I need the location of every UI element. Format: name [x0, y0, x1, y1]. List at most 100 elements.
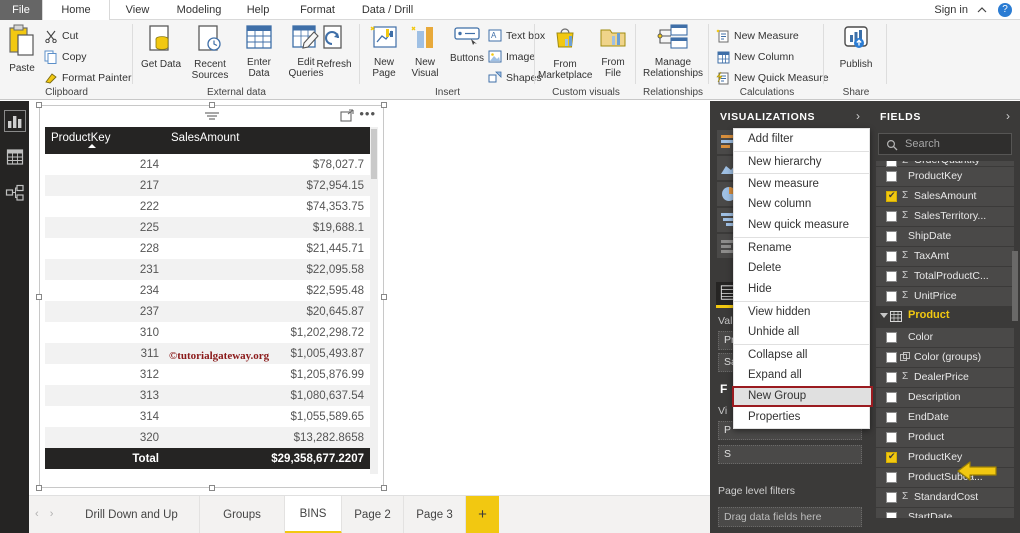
handle-mr[interactable] — [381, 293, 387, 300]
add-page-button[interactable]: + — [466, 496, 499, 533]
page-level-filters-dropzone[interactable]: Drag data fields here — [718, 507, 862, 527]
new-quick-measure-button[interactable]: New Quick Measure — [716, 70, 829, 86]
field-checkbox[interactable] — [886, 432, 897, 443]
field-item-salesterritory[interactable]: Σ SalesTerritory... — [876, 207, 1014, 226]
field-checkbox[interactable] — [886, 231, 897, 242]
refresh-button[interactable]: Refresh — [312, 24, 356, 70]
page-tab-bins[interactable]: BINS — [285, 496, 342, 533]
table-row[interactable]: 312 $1,205,876.99 — [45, 364, 370, 385]
column-header-productkey[interactable]: ProductKey — [45, 127, 165, 154]
table-visual[interactable]: ••• ProductKey SalesAmount 214 $78,027.7… — [36, 102, 387, 491]
field-checkbox[interactable] — [886, 451, 897, 463]
data-view-button[interactable] — [5, 147, 25, 167]
menu-tab-help[interactable]: Help — [233, 0, 283, 20]
model-view-button[interactable] — [5, 183, 25, 203]
from-file-button[interactable]: From File — [594, 24, 632, 79]
table-row[interactable]: 234 $22,595.48 — [45, 280, 370, 301]
handle-bc[interactable] — [208, 485, 215, 491]
table-row[interactable]: 231 $22,095.58 — [45, 259, 370, 280]
visual-filter-salesamount[interactable]: S — [718, 445, 862, 464]
table-row[interactable]: 222 $74,353.75 — [45, 196, 370, 217]
format-painter-button[interactable]: Format Painter — [44, 70, 131, 86]
field-item-taxamt[interactable]: Σ TaxAmt — [876, 247, 1014, 266]
table-row[interactable]: 320 $13,282.8658 — [45, 427, 370, 448]
table-row[interactable]: 314 $1,055,589.65 — [45, 406, 370, 427]
question-mark-icon[interactable]: ? — [998, 3, 1012, 17]
handle-ml[interactable] — [36, 293, 42, 300]
field-item-enddate[interactable]: EndDate — [876, 408, 1014, 427]
copy-button[interactable]: Copy — [44, 49, 87, 65]
table-row[interactable]: 225 $19,688.1 — [45, 217, 370, 238]
field-checkbox[interactable] — [886, 512, 897, 518]
new-measure-button[interactable]: New Measure — [716, 28, 799, 44]
field-item-description[interactable]: Description — [876, 388, 1014, 407]
context-menu-item-delete[interactable]: Delete — [734, 258, 869, 279]
context-menu-item-new-quick-measure[interactable]: New quick measure — [734, 215, 869, 236]
field-checkbox[interactable] — [886, 412, 897, 423]
chevron-right-icon[interactable]: › — [1006, 109, 1010, 123]
context-menu-item-new-measure[interactable]: New measure — [734, 173, 869, 194]
field-checkbox[interactable] — [886, 352, 897, 363]
field-item-startdate[interactable]: StartDate — [876, 508, 1014, 518]
field-checkbox[interactable] — [886, 171, 897, 182]
focus-mode-icon[interactable] — [340, 109, 354, 123]
new-visual-button[interactable]: New Visual — [406, 24, 444, 79]
menu-tab-modeling[interactable]: Modeling — [165, 0, 233, 20]
field-checkbox[interactable] — [886, 392, 897, 403]
field-item-salesamount[interactable]: Σ SalesAmount — [876, 187, 1014, 206]
page-nav-arrows[interactable]: ‹ › — [35, 508, 57, 520]
new-column-button[interactable]: New Column — [716, 49, 794, 65]
page-tab-page-3[interactable]: Page 3 — [404, 496, 466, 533]
handle-br[interactable] — [381, 485, 387, 491]
chevron-down-icon[interactable] — [880, 313, 888, 318]
field-table-product[interactable]: Product — [876, 307, 1014, 327]
report-view-button[interactable] — [4, 110, 26, 132]
context-menu-item-view-hidden[interactable]: View hidden — [734, 301, 869, 322]
fields-list[interactable]: Σ OrderQuantity ProductKey Σ SalesAmount… — [870, 161, 1020, 533]
field-item-orderquantity[interactable]: Σ OrderQuantity — [876, 161, 1014, 167]
paste-button[interactable]: Paste — [4, 24, 40, 74]
context-menu-item-new-group[interactable]: New Group — [732, 386, 873, 407]
field-checkbox[interactable] — [886, 251, 897, 262]
context-menu-item-new-column[interactable]: New column — [734, 194, 869, 215]
field-item-productkey[interactable]: ProductKey — [876, 167, 1014, 186]
menu-tab-data-drill[interactable]: Data / Drill — [350, 0, 425, 20]
field-item-product[interactable]: Product — [876, 428, 1014, 447]
context-menu-item-unhide-all[interactable]: Unhide all — [734, 322, 869, 343]
context-menu-item-add-filter[interactable]: Add filter — [734, 129, 869, 150]
new-page-button[interactable]: New Page — [364, 24, 404, 79]
publish-button[interactable]: Publish — [833, 24, 879, 70]
table-row[interactable]: 313 $1,080,637.54 — [45, 385, 370, 406]
search-input[interactable]: Search — [878, 133, 1012, 155]
field-item-color-groups[interactable]: Color (groups) — [876, 348, 1014, 367]
get-data-button[interactable]: Get Data — [140, 24, 182, 70]
chevron-right-icon[interactable]: › — [856, 109, 860, 123]
field-item-unitprice[interactable]: Σ UnitPrice — [876, 287, 1014, 306]
field-checkbox[interactable] — [886, 211, 897, 222]
table-row[interactable]: 237 $20,645.87 — [45, 301, 370, 322]
field-item-shipdate[interactable]: ShipDate — [876, 227, 1014, 246]
menu-tab-file[interactable]: File — [0, 0, 42, 20]
enter-data-button[interactable]: Enter Data — [238, 24, 280, 79]
report-canvas[interactable]: ••• ProductKey SalesAmount 214 $78,027.7… — [29, 101, 729, 495]
fields-scrollbar[interactable] — [1012, 251, 1018, 321]
field-checkbox[interactable] — [886, 291, 897, 302]
context-menu-item-expand-all[interactable]: Expand all — [734, 365, 869, 386]
image-button[interactable]: Image — [488, 49, 535, 65]
table-row[interactable]: 217 $72,954.15 — [45, 175, 370, 196]
sign-in-link[interactable]: Sign in — [934, 0, 968, 20]
field-item-color[interactable]: Color — [876, 328, 1014, 347]
field-checkbox[interactable] — [886, 372, 897, 383]
filter-icon[interactable] — [203, 111, 221, 121]
context-menu-item-collapse-all[interactable]: Collapse all — [734, 344, 869, 365]
handle-bl[interactable] — [36, 485, 42, 491]
field-item-totalproductcost[interactable]: Σ TotalProductC... — [876, 267, 1014, 286]
page-tab-drill-down-and-up[interactable]: Drill Down and Up — [64, 496, 200, 533]
buttons-button[interactable]: Buttons — [446, 24, 488, 64]
pbi-table[interactable]: ProductKey SalesAmount 214 $78,027.7 217 $… — [45, 127, 370, 469]
table-row[interactable]: 310 $1,202,298.72 — [45, 322, 370, 343]
menu-tab-view[interactable]: View — [110, 0, 165, 20]
page-tab-page-2[interactable]: Page 2 — [342, 496, 404, 533]
field-checkbox[interactable] — [886, 492, 897, 503]
field-context-menu[interactable]: Add filter New hierarchy New measure New… — [732, 128, 873, 429]
